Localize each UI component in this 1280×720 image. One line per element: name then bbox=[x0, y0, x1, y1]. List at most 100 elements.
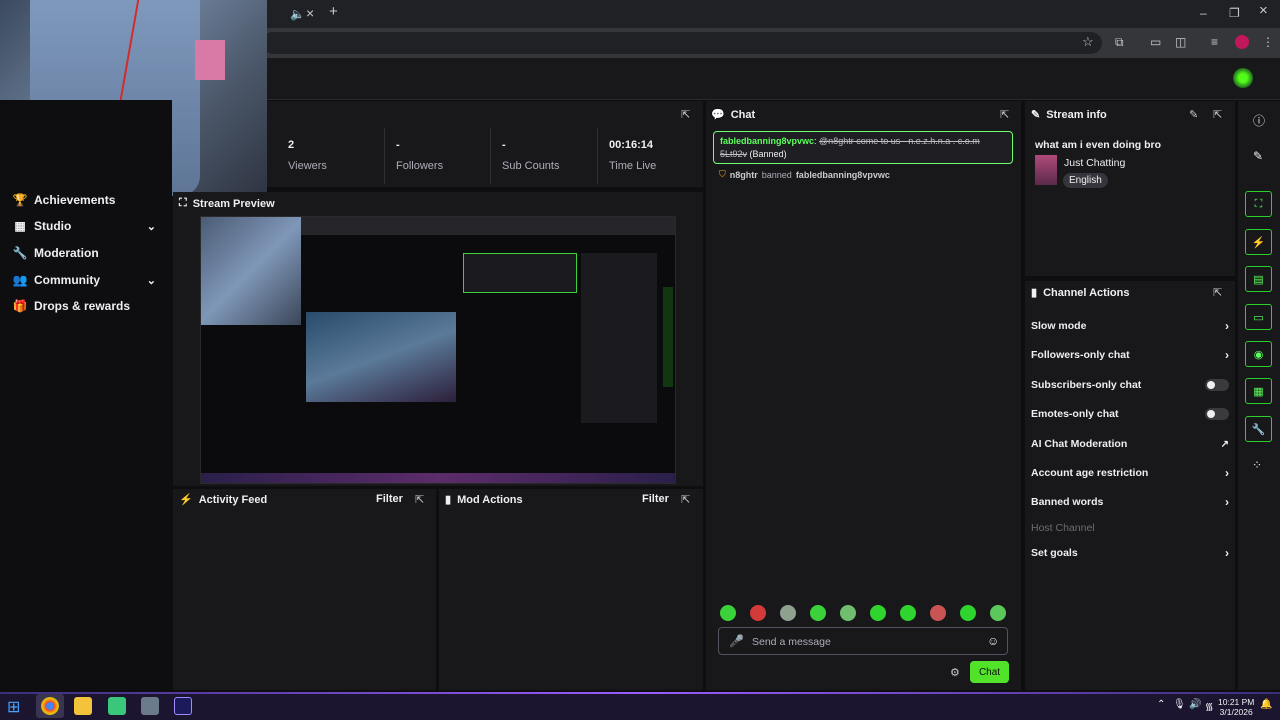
action-slow-mode[interactable]: Slow mode › bbox=[1031, 317, 1229, 335]
chat-settings-icon[interactable]: ⚙ bbox=[950, 666, 960, 679]
action-followers-only[interactable]: Followers-only chat › bbox=[1031, 346, 1229, 364]
category-thumbnail[interactable] bbox=[1035, 155, 1057, 185]
activity-feed-title: Activity Feed bbox=[198, 493, 268, 506]
emote-icon[interactable] bbox=[870, 605, 886, 621]
tray-overflow-icon[interactable]: ⌃ bbox=[1157, 699, 1165, 710]
rail-wrench-icon[interactable]: 🔧 bbox=[1245, 416, 1272, 442]
volume-icon[interactable]: 🔊 bbox=[1189, 699, 1201, 710]
action-banned-words[interactable]: Banned words › bbox=[1031, 493, 1229, 511]
emote-icon[interactable] bbox=[810, 605, 826, 621]
app-icon[interactable] bbox=[108, 697, 126, 715]
stat-timelive-label: Time Live bbox=[609, 160, 657, 172]
action-set-goals[interactable]: Set goals › bbox=[1031, 544, 1229, 562]
clock-time: 10:21 PM bbox=[1218, 697, 1255, 707]
subscribers-only-toggle[interactable] bbox=[1205, 379, 1229, 391]
window-close-button[interactable]: × bbox=[1259, 3, 1268, 18]
action-ai-chat-moderation[interactable]: AI Chat Moderation ↗ bbox=[1031, 435, 1229, 453]
edit-icon[interactable]: ✎ bbox=[1189, 108, 1198, 121]
emoji-icon[interactable]: ☺ bbox=[987, 634, 999, 648]
emote-icon[interactable] bbox=[930, 605, 946, 621]
action-label: Banned words bbox=[1031, 496, 1104, 508]
ban-actor[interactable]: n8ghtr bbox=[730, 170, 758, 180]
nav-community[interactable]: 👥 Community ⌄ bbox=[12, 269, 162, 291]
rail-lightning-icon[interactable]: ⚡ bbox=[1245, 229, 1272, 255]
wifi-icon[interactable]: ᯾ bbox=[1205, 699, 1214, 713]
chat-username[interactable]: fabledbanning8vpvwc bbox=[720, 136, 814, 146]
speaker-icon[interactable]: 🔈 bbox=[290, 7, 305, 21]
minimize-button[interactable]: – bbox=[1200, 6, 1207, 20]
stat-followers-value: - bbox=[396, 139, 400, 151]
stream-language-tag[interactable]: English bbox=[1063, 173, 1108, 188]
popout-icon[interactable]: ⇱ bbox=[1000, 108, 1009, 121]
nav-achievements[interactable]: 🏆 Achievements bbox=[12, 189, 162, 211]
nav-studio[interactable]: ▦ Studio ⌄ bbox=[12, 215, 162, 237]
stream-preview-video[interactable] bbox=[200, 216, 676, 484]
mod-filter-button[interactable]: Filter bbox=[642, 493, 669, 505]
tab-close-icon[interactable]: × bbox=[306, 6, 314, 20]
chevron-down-icon: ⌄ bbox=[146, 274, 156, 287]
chrome-icon[interactable] bbox=[41, 697, 59, 715]
popout-icon[interactable]: ⇱ bbox=[415, 493, 424, 506]
info-icon[interactable]: ⓘ bbox=[1253, 112, 1265, 129]
drops-icon: 🎁 bbox=[12, 299, 28, 313]
pencil-icon[interactable]: ✎ bbox=[1253, 149, 1263, 163]
stat-subs-value: - bbox=[502, 139, 506, 151]
address-bar[interactable] bbox=[262, 32, 1102, 54]
reading-list-icon[interactable]: ≡ bbox=[1211, 35, 1218, 49]
emotes-only-toggle[interactable] bbox=[1205, 408, 1229, 420]
microphone-icon[interactable]: 🎙 bbox=[1173, 699, 1186, 710]
stat-subs-label: Sub Counts bbox=[502, 160, 560, 172]
app-icon[interactable] bbox=[141, 697, 159, 715]
activity-feed-header: ⚡ Activity Feed bbox=[179, 493, 268, 507]
rail-more-icon[interactable]: ⁘ bbox=[1252, 458, 1262, 472]
rail-layout-icon[interactable]: ▦ bbox=[1245, 378, 1272, 404]
new-tab-button[interactable]: + bbox=[329, 4, 338, 19]
profile-avatar[interactable] bbox=[1235, 35, 1249, 49]
nav-drops-rewards[interactable]: 🎁 Drops & rewards bbox=[12, 295, 162, 317]
chat-send-button[interactable]: Chat bbox=[970, 661, 1009, 683]
chat-header: 💬 Chat bbox=[711, 108, 755, 122]
clock[interactable]: 10:21 PM 3/1/2026 bbox=[1218, 697, 1254, 717]
emote-icon[interactable] bbox=[900, 605, 916, 621]
chevron-right-icon: › bbox=[1225, 348, 1229, 362]
rail-broadcast-icon[interactable]: ◉ bbox=[1245, 341, 1272, 367]
stream-category[interactable]: Just Chatting bbox=[1064, 157, 1125, 169]
activity-filter-button[interactable]: Filter bbox=[376, 493, 403, 505]
preview-webcam bbox=[201, 217, 301, 325]
chat-input[interactable]: 🎤 Send a message ☺ bbox=[718, 627, 1008, 655]
action-label: Account age restriction bbox=[1031, 467, 1149, 479]
emote-icon[interactable] bbox=[780, 605, 796, 621]
action-account-age[interactable]: Account age restriction › bbox=[1031, 464, 1229, 482]
popout-icon[interactable]: ⇱ bbox=[1213, 286, 1222, 299]
action-label: Set goals bbox=[1031, 547, 1078, 559]
action-label: Followers-only chat bbox=[1031, 349, 1130, 361]
stat-divider bbox=[597, 128, 598, 184]
chat-message-banned[interactable]: fabledbanning8vpvwc: @n8ghtr come to us … bbox=[713, 131, 1013, 164]
cast-icon[interactable]: ▭ bbox=[1150, 35, 1161, 49]
rail-chat-icon[interactable]: ▭ bbox=[1245, 304, 1272, 330]
microphone-icon[interactable]: 🎤 bbox=[729, 634, 744, 648]
premiere-icon[interactable] bbox=[174, 697, 192, 715]
windows-start-icon[interactable]: ⊞ bbox=[7, 697, 20, 717]
extensions-icon[interactable]: ⧉ bbox=[1115, 35, 1124, 49]
file-explorer-icon[interactable] bbox=[74, 697, 92, 715]
sidepanel-icon[interactable]: ◫ bbox=[1175, 35, 1186, 49]
maximize-button[interactable]: ❐ bbox=[1229, 6, 1240, 20]
user-avatar[interactable] bbox=[1233, 68, 1253, 88]
popout-icon[interactable]: ⇱ bbox=[681, 493, 690, 506]
emote-icon[interactable] bbox=[840, 605, 856, 621]
emote-icon[interactable] bbox=[720, 605, 736, 621]
rail-document-icon[interactable]: ▤ bbox=[1245, 266, 1272, 292]
emote-icon[interactable] bbox=[750, 605, 766, 621]
nav-moderation[interactable]: 🔧 Moderation bbox=[12, 242, 162, 264]
notification-icon[interactable]: 🔔 bbox=[1260, 699, 1272, 710]
bookmark-star-icon[interactable]: ☆ bbox=[1082, 35, 1094, 49]
rail-preview-icon[interactable]: ⛶ bbox=[1245, 191, 1272, 217]
popout-icon[interactable]: ⇱ bbox=[1213, 108, 1222, 121]
action-label: Subscribers-only chat bbox=[1031, 379, 1142, 391]
browser-menu-icon[interactable]: ⋮ bbox=[1262, 35, 1274, 49]
emote-icon[interactable] bbox=[960, 605, 976, 621]
emote-icon[interactable] bbox=[990, 605, 1006, 621]
popout-icon[interactable]: ⇱ bbox=[681, 108, 690, 121]
ban-target[interactable]: fabledbanning8vpvwc bbox=[796, 170, 890, 180]
